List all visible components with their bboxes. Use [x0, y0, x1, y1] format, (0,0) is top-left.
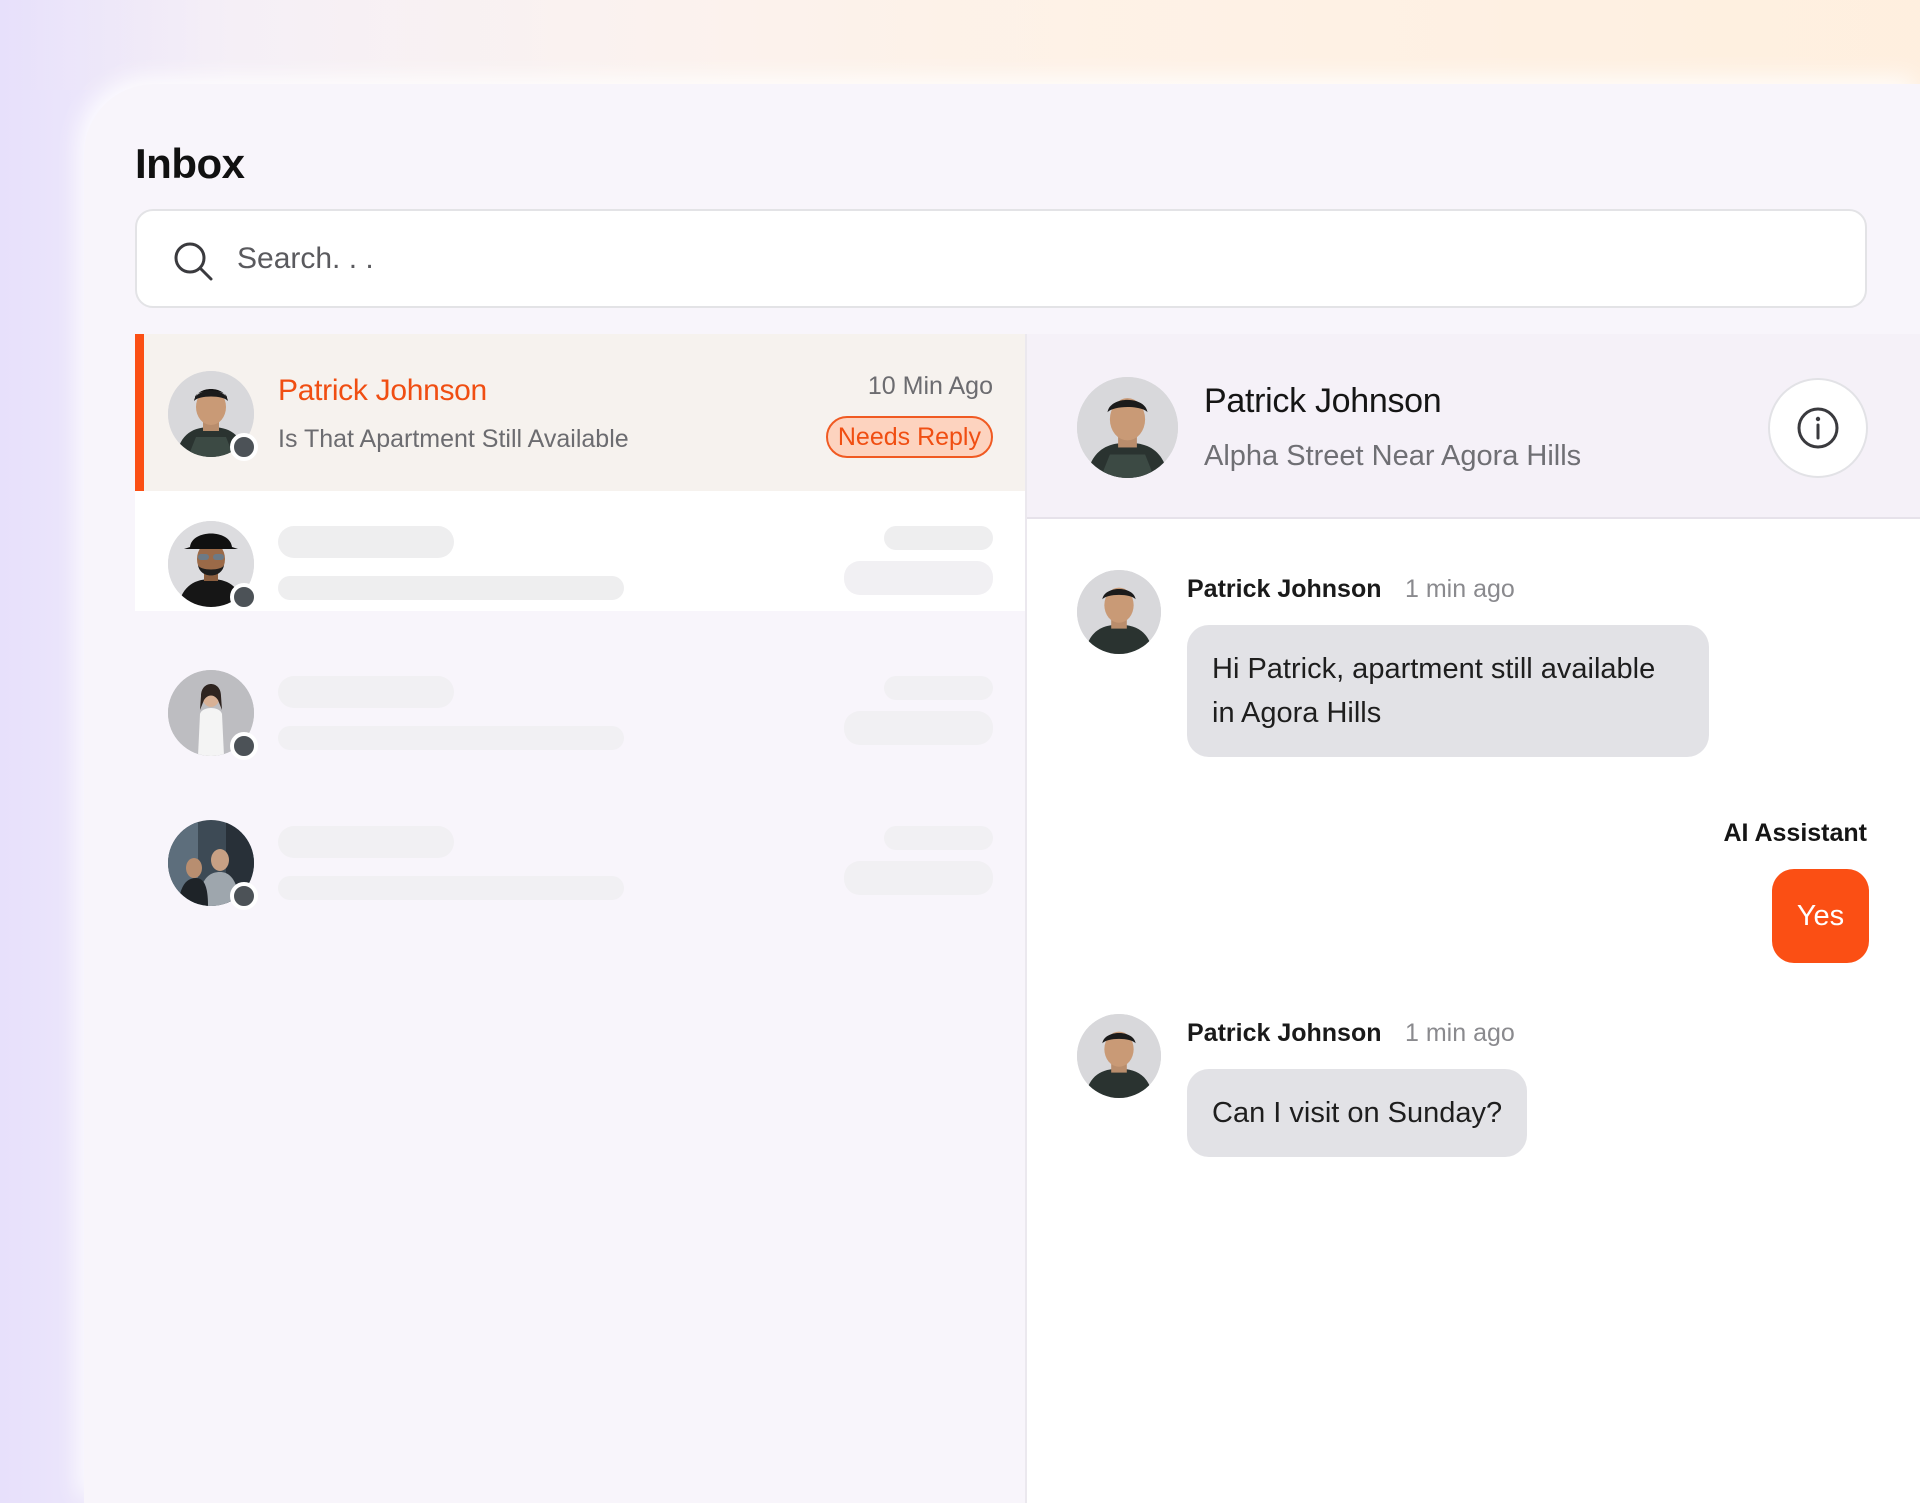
online-status-dot	[230, 583, 258, 611]
message-thread: Patrick Johnson 1 min ago Hi Patrick, ap…	[1027, 519, 1920, 1503]
avatar-wrapper	[168, 820, 258, 910]
active-indicator	[135, 334, 144, 491]
skeleton-badge	[844, 561, 993, 595]
skeleton-time	[884, 826, 993, 850]
skeleton-time	[884, 676, 993, 700]
skeleton-name	[278, 526, 454, 558]
skeleton-time	[884, 526, 993, 550]
contact-name: Patrick Johnson	[1204, 382, 1442, 420]
skeleton-name	[278, 676, 454, 708]
message-time: 1 min ago	[1405, 1019, 1515, 1047]
contact-subtitle: Alpha Street Near Agora Hills	[1204, 440, 1582, 472]
message-sender: AI Assistant	[1723, 819, 1867, 847]
avatar-wrapper	[168, 371, 258, 461]
online-status-dot	[230, 732, 258, 760]
needs-reply-badge: Needs Reply	[825, 416, 993, 458]
conversation-item-loading[interactable]	[135, 654, 1025, 774]
conversation-list: Patrick Johnson Is That Apartment Still …	[135, 334, 1025, 1503]
sender-avatar	[1077, 570, 1161, 654]
sender-avatar	[1077, 1014, 1161, 1098]
skeleton-preview	[278, 576, 624, 600]
online-status-dot	[230, 433, 258, 461]
conversation-name: Patrick Johnson	[278, 374, 487, 407]
skeleton-badge	[844, 711, 993, 745]
search-icon	[174, 242, 213, 281]
info-icon	[1797, 407, 1839, 449]
conversation-item-patrick-johnson[interactable]: Patrick Johnson Is That Apartment Still …	[135, 334, 1025, 491]
page-title: Inbox	[135, 140, 245, 187]
conversation-item-loading[interactable]	[135, 491, 1025, 611]
skeleton-name	[278, 826, 454, 858]
search-input[interactable]	[237, 233, 1837, 285]
conversation-preview: Is That Apartment Still Available	[278, 425, 629, 453]
conversation-time: 10 Min Ago	[867, 372, 993, 400]
skeleton-badge	[844, 861, 993, 895]
message-sender: Patrick Johnson	[1187, 1019, 1382, 1047]
contact-avatar	[1077, 377, 1178, 478]
background-glow	[0, 0, 1920, 90]
conversation-item-loading[interactable]	[135, 804, 1025, 924]
info-button[interactable]	[1768, 378, 1868, 478]
chat-header: Patrick Johnson Alpha Street Near Agora …	[1027, 334, 1920, 519]
message-time: 1 min ago	[1405, 575, 1515, 603]
online-status-dot	[230, 882, 258, 910]
message-bubble: Can I visit on Sunday?	[1187, 1069, 1528, 1157]
avatar-wrapper	[168, 521, 258, 611]
skeleton-preview	[278, 876, 624, 900]
assistant-message-bubble: Yes	[1772, 869, 1869, 963]
skeleton-preview	[278, 726, 624, 750]
message-sender: Patrick Johnson	[1187, 575, 1382, 603]
search-bar[interactable]	[135, 209, 1867, 308]
message-bubble: Hi Patrick, apartment still available in…	[1187, 625, 1709, 757]
avatar-wrapper	[168, 670, 258, 760]
